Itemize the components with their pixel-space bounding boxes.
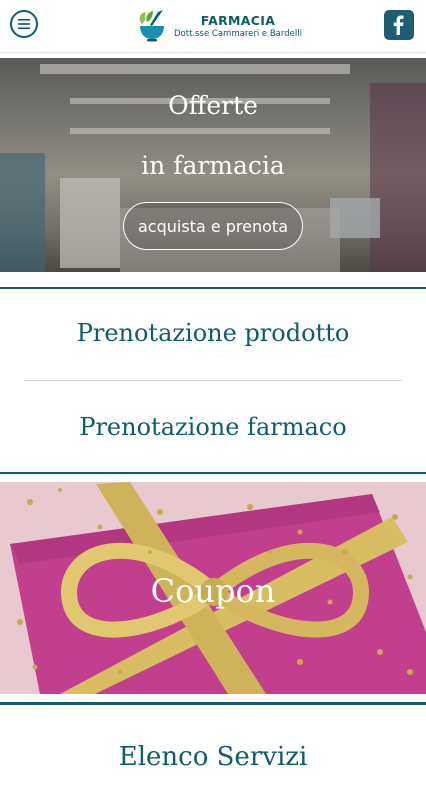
services-list-link[interactable]: Elenco Servizi bbox=[0, 742, 426, 772]
pharmacy-logo[interactable]: FARMACIA Dott.sse Cammareri e Bardelli bbox=[136, 6, 302, 46]
product-booking-link[interactable]: Prenotazione prodotto bbox=[0, 319, 426, 347]
mortar-pestle-icon bbox=[139, 10, 164, 42]
facebook-button[interactable] bbox=[384, 10, 414, 40]
coupon-banner[interactable]: Coupon bbox=[0, 482, 426, 694]
menu-button[interactable] bbox=[10, 10, 38, 38]
list-separator bbox=[24, 380, 402, 381]
pharmacy-owners: Dott.sse Cammareri e Bardelli bbox=[174, 29, 302, 39]
offers-banner[interactable]: Offerte in farmacia acquista e prenota bbox=[0, 58, 426, 272]
drug-booking-link[interactable]: Prenotazione farmaco bbox=[0, 413, 426, 441]
section-divider bbox=[0, 287, 426, 289]
menu-icon bbox=[18, 19, 30, 29]
buy-and-book-button[interactable]: acquista e prenota bbox=[123, 202, 303, 250]
section-divider bbox=[0, 472, 426, 474]
section-divider bbox=[0, 702, 426, 705]
pharmacy-name: FARMACIA bbox=[200, 13, 276, 28]
offers-title-line1: Offerte bbox=[168, 91, 258, 120]
facebook-icon bbox=[393, 15, 404, 35]
offers-title-line2: in farmacia bbox=[141, 151, 285, 180]
coupon-title: Coupon bbox=[150, 572, 276, 610]
app-header: FARMACIA Dott.sse Cammareri e Bardelli bbox=[0, 0, 426, 53]
